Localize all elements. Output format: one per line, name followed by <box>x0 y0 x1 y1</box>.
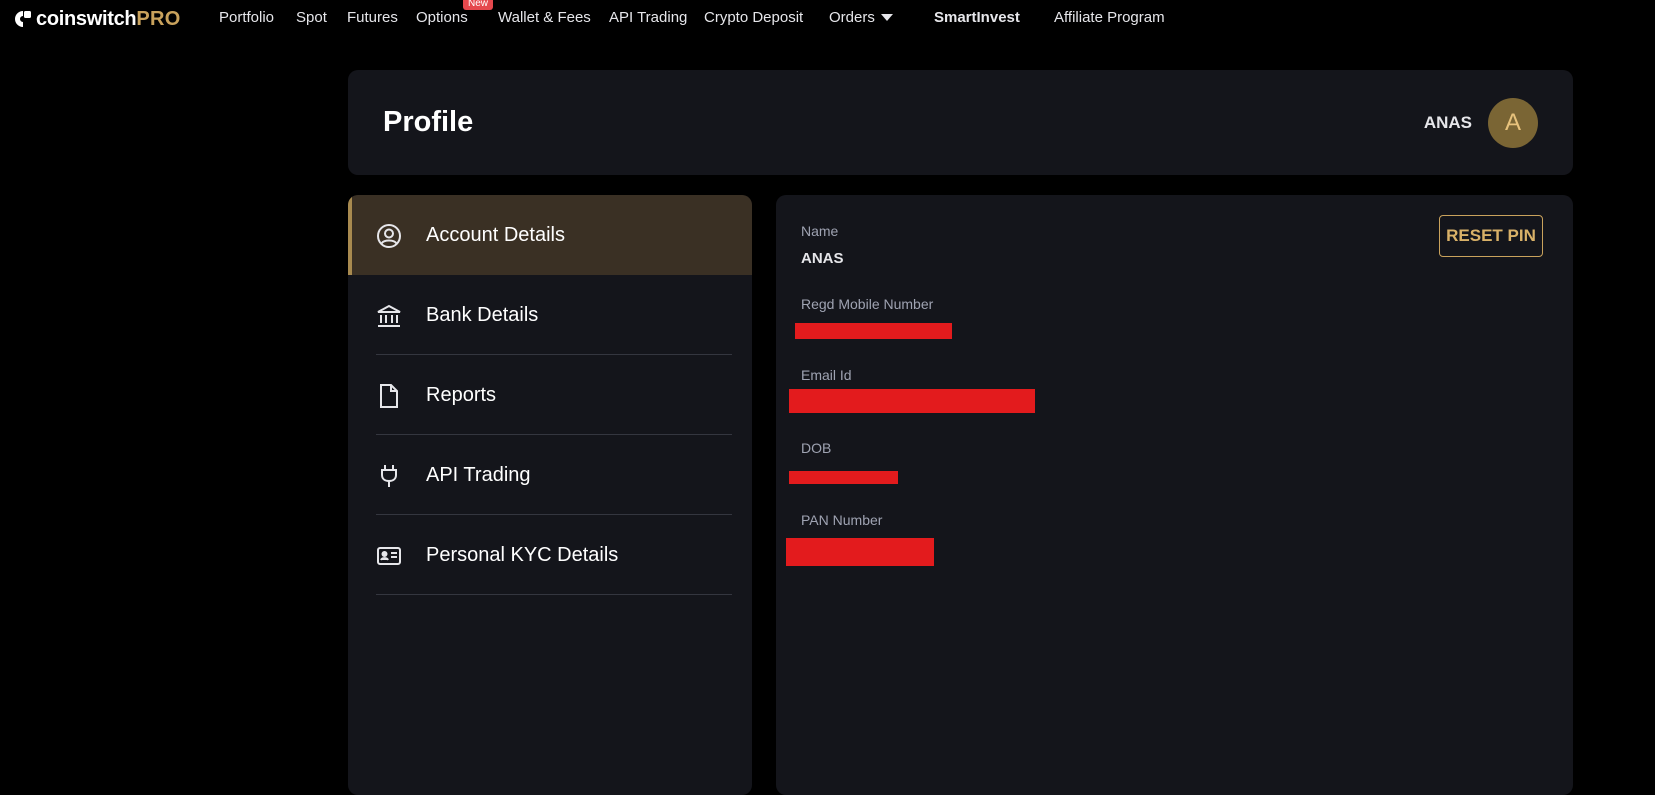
account-details-panel: Name ANAS Regd Mobile Number Email Id DO… <box>776 195 1573 795</box>
top-navigation: coinswitch PRO Portfolio Spot Futures Op… <box>0 0 1655 38</box>
reset-pin-button[interactable]: RESET PIN <box>1439 215 1543 257</box>
menu-item-reports[interactable]: Reports <box>348 355 752 435</box>
nav-crypto-deposit[interactable]: Crypto Deposit <box>704 9 803 26</box>
menu-item-label: Bank Details <box>426 304 539 326</box>
mobile-label: Regd Mobile Number <box>801 296 934 312</box>
menu-item-label: Account Details <box>426 224 565 246</box>
mobile-redacted-value <box>795 323 952 339</box>
chevron-down-icon <box>880 13 893 21</box>
email-label: Email Id <box>801 367 852 383</box>
new-badge: New <box>463 0 494 10</box>
nav-orders[interactable]: Orders <box>829 9 893 26</box>
menu-item-account-details[interactable]: Account Details <box>348 195 752 275</box>
brand-suffix: PRO <box>136 7 181 30</box>
plug-icon <box>381 465 397 487</box>
divider <box>376 594 732 595</box>
nav-api-trading[interactable]: API Trading <box>609 9 687 26</box>
name-value: ANAS <box>801 250 844 267</box>
brand-logo[interactable]: coinswitch PRO <box>14 6 181 32</box>
menu-item-bank-details[interactable]: Bank Details <box>348 275 752 355</box>
bank-icon <box>377 304 401 327</box>
dob-label: DOB <box>801 440 832 456</box>
nav-futures[interactable]: Futures <box>347 9 398 26</box>
nav-options[interactable]: Options <box>416 9 468 26</box>
menu-item-personal-kyc-details[interactable]: Personal KYC Details <box>348 515 752 595</box>
brand-name: coinswitch <box>36 7 137 30</box>
nav-wallet-fees[interactable]: Wallet & Fees <box>498 9 591 26</box>
pan-label: PAN Number <box>801 512 883 528</box>
profile-header-card: Profile ANAS A <box>348 70 1573 175</box>
user-circle-icon <box>377 224 401 248</box>
menu-item-label: Reports <box>426 384 497 406</box>
nav-spot[interactable]: Spot <box>296 9 327 26</box>
nav-portfolio[interactable]: Portfolio <box>219 9 274 26</box>
dob-redacted-value <box>789 471 898 484</box>
avatar[interactable]: A <box>1488 98 1538 148</box>
menu-item-label: API Trading <box>426 464 531 486</box>
nav-smartinvest[interactable]: SmartInvest <box>934 9 1020 26</box>
id-card-icon <box>377 547 401 565</box>
username: ANAS <box>1423 113 1472 132</box>
profile-menu: Account Details Bank Details Reports API… <box>348 195 752 795</box>
nav-orders-label: Orders <box>829 9 875 26</box>
document-icon <box>380 384 398 408</box>
email-redacted-value <box>789 389 1035 413</box>
page-title: Profile <box>383 106 474 138</box>
menu-item-api-trading[interactable]: API Trading <box>348 435 752 515</box>
pan-redacted-value <box>786 538 934 566</box>
user-info[interactable]: ANAS A <box>1424 98 1538 148</box>
menu-item-label: Personal KYC Details <box>426 544 619 566</box>
nav-affiliate-program[interactable]: Affiliate Program <box>1054 9 1165 26</box>
name-label: Name <box>801 223 839 239</box>
coinswitch-logo-icon <box>15 11 31 27</box>
